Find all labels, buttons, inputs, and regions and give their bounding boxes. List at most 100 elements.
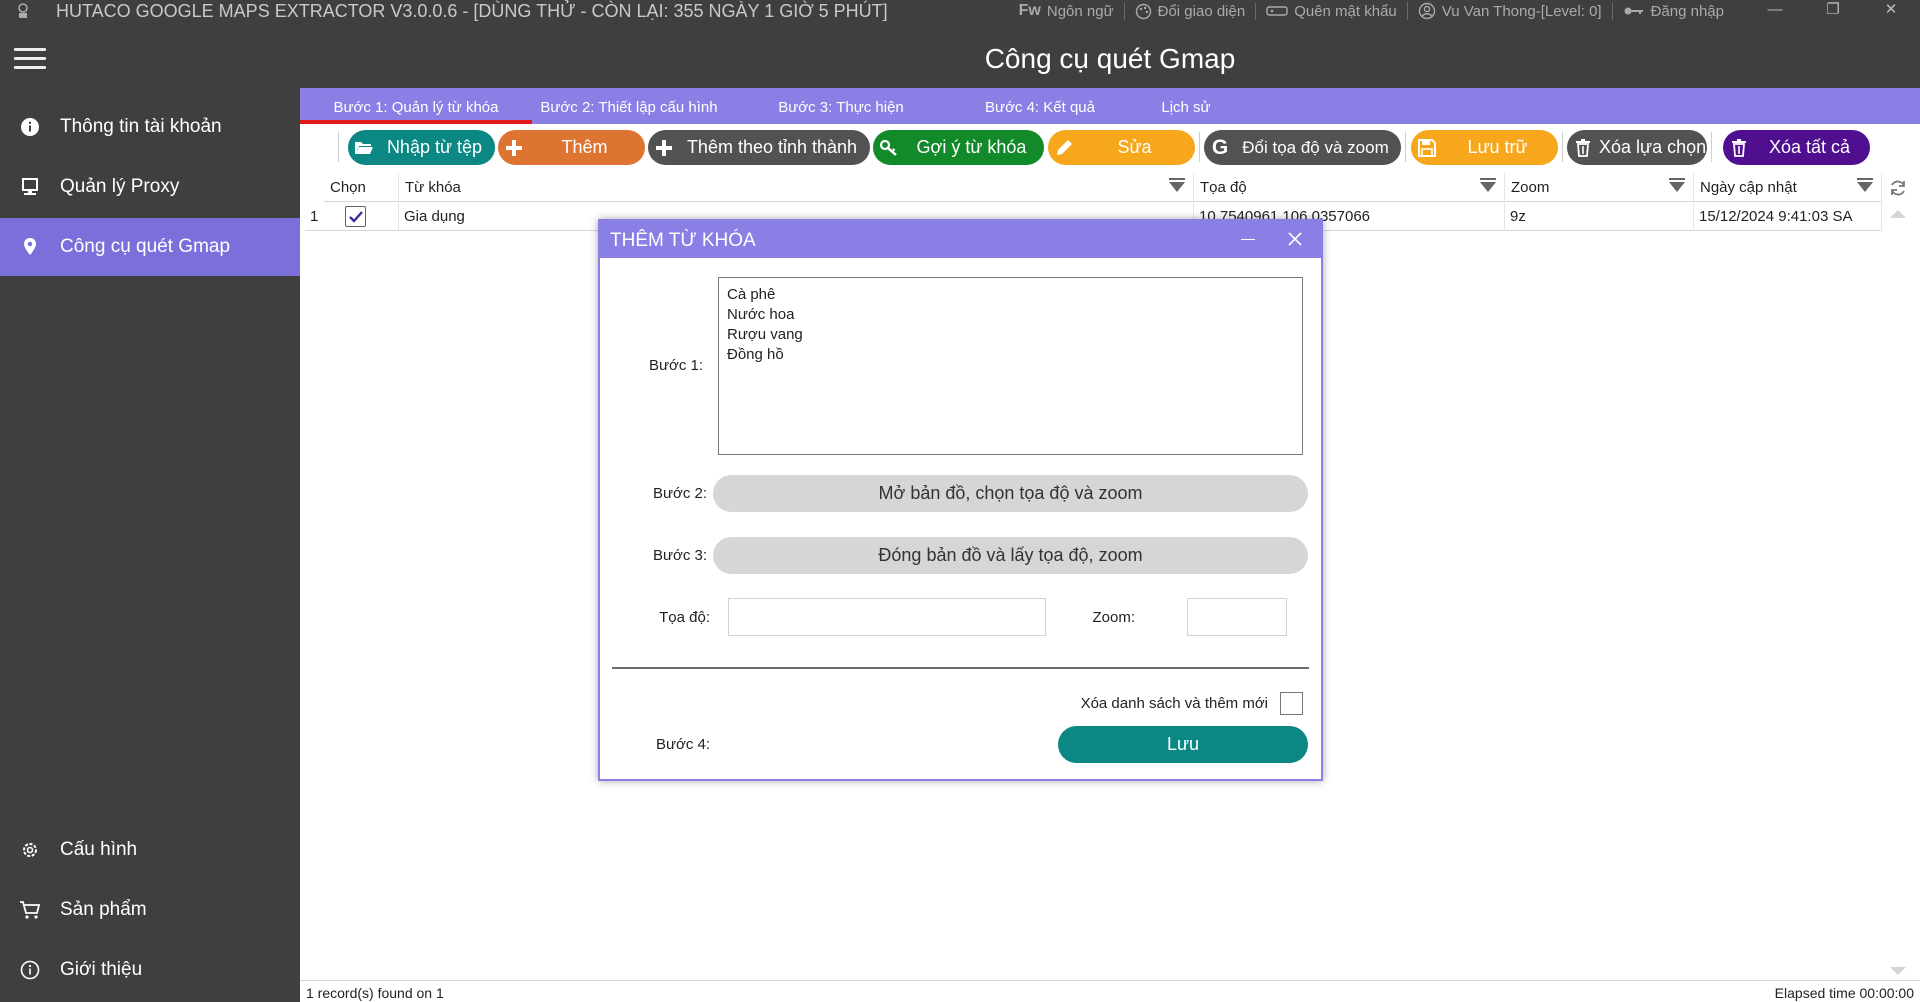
monitor-icon [22, 178, 38, 195]
sidebar-item-account-info[interactable]: Thông tin tài khoản [0, 98, 300, 156]
sidebar: Thông tin tài khoản Quản lý Proxy Công c… [0, 28, 300, 1002]
add-button[interactable]: Thêm [498, 130, 645, 165]
suggest-keywords-button[interactable]: Gợi ý từ khóa [873, 130, 1044, 165]
step-tabs: Bước 1: Quản lý từ khóa Bước 2: Thiết lậ… [300, 88, 1920, 124]
dialog-title: THÊM TỪ KHÓA [600, 221, 1321, 258]
import-file-button[interactable]: Nhập từ tệp [348, 130, 495, 165]
row-index: 1 [305, 203, 324, 231]
filter-icon[interactable] [1669, 178, 1685, 192]
tab-step3[interactable]: Bước 3: Thực hiện [726, 88, 956, 124]
google-icon: G [1211, 135, 1229, 159]
filter-icon[interactable] [1169, 178, 1185, 192]
refresh-icon[interactable] [1888, 178, 1908, 198]
info-circle-icon [21, 118, 39, 136]
save-button[interactable]: Lưu [1058, 726, 1308, 763]
map-pin-icon [24, 238, 36, 255]
sidebar-item-about[interactable]: Giới thiệu [0, 941, 300, 999]
clear-and-add-checkbox[interactable] [1280, 692, 1303, 715]
step3-label: Bước 3: [652, 547, 707, 564]
close-map-button[interactable]: Đóng bản đồ và lấy tọa độ, zoom [713, 537, 1308, 574]
sidebar-item-settings[interactable]: Cấu hình [0, 821, 300, 879]
sidebar-item-proxy[interactable]: Quản lý Proxy [0, 158, 300, 216]
change-coords-zoom-button[interactable]: G Đổi tọa độ và zoom [1204, 130, 1401, 165]
forgot-password-label: Quên mật khẩu [1294, 2, 1397, 20]
coords-label: Tọa độ: [659, 609, 710, 626]
close-icon[interactable] [1287, 231, 1303, 247]
trash-icon [1576, 139, 1590, 157]
keywords-textarea[interactable] [718, 277, 1303, 455]
open-map-button[interactable]: Mở bản đồ, chọn tọa độ và zoom [713, 475, 1308, 512]
zoom-input[interactable] [1187, 598, 1287, 636]
plus-icon [656, 139, 672, 156]
table-row-updated[interactable]: 15/12/2024 9:41:03 SA [1694, 203, 1882, 231]
step1-label: Bước 1: [648, 357, 703, 374]
scroll-down-arrow[interactable] [1890, 967, 1906, 975]
archive-button[interactable]: Lưu trữ [1411, 130, 1558, 165]
filter-icon[interactable] [1480, 178, 1496, 192]
folder-open-icon [355, 141, 373, 154]
tab-step4[interactable]: Bước 4: Kết quả [956, 88, 1124, 124]
sidebar-item-label: Sản phẩm [60, 899, 147, 920]
tab-step1[interactable]: Bước 1: Quản lý từ khóa [300, 88, 532, 124]
window-controls: — ❐ ✕ [1746, 0, 1920, 22]
app-icon [18, 3, 28, 18]
tab-step2[interactable]: Bước 2: Thiết lập cấu hình [532, 88, 726, 124]
restore-icon[interactable]: ❐ [1804, 0, 1862, 22]
hamburger-menu-icon[interactable] [14, 48, 46, 72]
filter-icon[interactable] [1857, 178, 1873, 192]
language-label: Ngôn ngữ [1046, 2, 1114, 20]
gear-icon [23, 843, 37, 857]
elapsed-time: Elapsed time 00:00:00 [1774, 985, 1914, 1001]
login-link[interactable]: Đăng nhập [1611, 2, 1734, 20]
language-prefix: Fw [1018, 2, 1041, 19]
toolbar-separator [1711, 132, 1712, 162]
sidebar-item-label: Quản lý Proxy [60, 176, 180, 197]
add-by-province-button[interactable]: Thêm theo tỉnh thành [648, 130, 870, 165]
dialog-divider [612, 667, 1309, 669]
key-icon [879, 139, 897, 156]
add-keyword-dialog: THÊM TỪ KHÓA Bước 1: Bước 2: Mở bản đồ, … [598, 219, 1323, 781]
key-icon [1624, 7, 1643, 15]
record-count: 1 record(s) found on 1 [306, 985, 444, 1001]
column-header-select[interactable]: Chọn [324, 173, 399, 202]
delete-all-button[interactable]: Xóa tất cả [1723, 130, 1870, 165]
zoom-label: Zoom: [1092, 609, 1135, 626]
status-bar: 1 record(s) found on 1 Elapsed time 00:0… [300, 980, 1920, 1002]
pencil-icon [1057, 139, 1072, 155]
step4-label: Bước 4: [655, 736, 710, 753]
cart-icon [20, 901, 41, 919]
column-header-keyword[interactable]: Từ khóa [399, 173, 1194, 202]
minimize-icon[interactable] [1241, 239, 1255, 240]
sidebar-item-label: Cấu hình [60, 839, 138, 860]
floppy-icon [1418, 138, 1436, 157]
toolbar: Nhập từ tệp Thêm Thêm theo tỉnh thành Gợ… [300, 124, 1920, 168]
sidebar-item-gmap-tool[interactable]: Công cụ quét Gmap [0, 218, 300, 276]
sidebar-item-label: Giới thiệu [60, 959, 143, 980]
theme-link[interactable]: Đổi giao diện [1123, 2, 1256, 20]
user-link[interactable]: Vu Van Thong-[Level: 0] [1406, 2, 1612, 20]
scroll-up-arrow[interactable] [1890, 210, 1906, 218]
info-outline-icon [20, 960, 40, 980]
sidebar-item-products[interactable]: Sản phẩm [0, 881, 300, 939]
tab-history[interactable]: Lịch sử [1124, 88, 1248, 124]
forgot-password-link[interactable]: Quên mật khẩu [1255, 2, 1407, 20]
edit-button[interactable]: Sửa [1048, 130, 1195, 165]
user-icon [1418, 2, 1435, 20]
title-links: Fw Ngôn ngữ Đổi giao diện Quên mật khẩu V… [1009, 0, 1734, 22]
checkmark-icon [348, 210, 363, 223]
row-checkbox[interactable] [345, 206, 366, 227]
login-label: Đăng nhập [1650, 2, 1724, 20]
delete-selected-button[interactable]: Xóa lựa chọn [1567, 130, 1707, 165]
table-row-zoom[interactable]: 9z [1505, 203, 1694, 231]
table-row-checkbox-cell[interactable] [324, 203, 399, 231]
sidebar-item-label: Công cụ quét Gmap [60, 236, 231, 257]
minimize-icon[interactable]: — [1746, 0, 1804, 22]
close-icon[interactable]: ✕ [1862, 0, 1920, 22]
page-title: Công cụ quét Gmap [300, 28, 1920, 88]
title-bar: HUTACO GOOGLE MAPS EXTRACTOR V3.0.0.6 - … [0, 0, 1920, 28]
language-link[interactable]: Fw Ngôn ngữ [1009, 2, 1124, 20]
plus-icon [506, 139, 522, 156]
column-header-updated[interactable]: Ngày cập nhật [1694, 173, 1882, 202]
column-header-zoom[interactable]: Zoom [1505, 173, 1694, 202]
column-header-coords[interactable]: Tọa độ [1194, 173, 1505, 202]
